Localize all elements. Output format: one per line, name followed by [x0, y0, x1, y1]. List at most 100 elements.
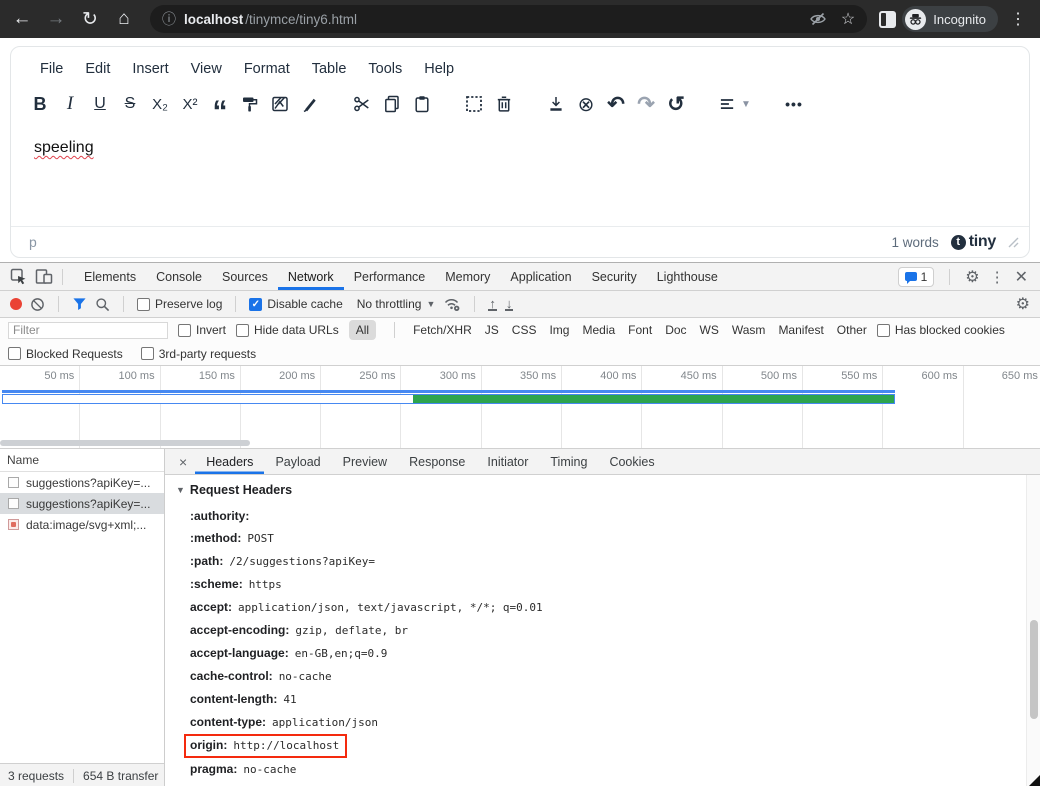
undo-button[interactable]: ↶: [601, 89, 631, 119]
detail-tab-response[interactable]: Response: [398, 449, 476, 474]
preserve-log-checkbox[interactable]: Preserve log: [137, 297, 222, 311]
disable-cache-box[interactable]: ✓: [249, 298, 262, 311]
select-all-button[interactable]: [459, 89, 489, 119]
detail-tab-preview[interactable]: Preview: [332, 449, 398, 474]
import-har-icon[interactable]: ↑: [488, 298, 497, 311]
request-headers-section[interactable]: ▼ Request Headers: [176, 483, 1040, 497]
timeline-hscrollbar[interactable]: [0, 440, 250, 446]
bold-button[interactable]: B: [25, 89, 55, 119]
menu-file[interactable]: File: [29, 57, 74, 81]
devtools-settings-icon[interactable]: ⚙: [965, 267, 979, 287]
format-painter-button[interactable]: [235, 89, 265, 119]
menu-format[interactable]: Format: [233, 57, 301, 81]
browser-menu-icon[interactable]: ⋮: [1004, 5, 1032, 33]
hide-data-urls-box[interactable]: [236, 324, 249, 337]
tab-performance[interactable]: Performance: [344, 263, 436, 290]
third-party-requests-box[interactable]: [141, 347, 154, 360]
filter-type-js[interactable]: JS: [485, 323, 499, 337]
copy-button[interactable]: [377, 89, 407, 119]
detail-tab-cookies[interactable]: Cookies: [598, 449, 665, 474]
filter-type-img[interactable]: Img: [549, 323, 569, 337]
name-column-header[interactable]: Name: [0, 449, 164, 472]
disable-cache-checkbox[interactable]: ✓ Disable cache: [249, 297, 342, 311]
filter-type-doc[interactable]: Doc: [665, 323, 686, 337]
menu-help[interactable]: Help: [413, 57, 465, 81]
hide-data-urls-checkbox[interactable]: Hide data URLs: [236, 323, 339, 337]
underline-button[interactable]: U: [85, 89, 115, 119]
invert-checkbox[interactable]: Invert: [178, 323, 226, 337]
filter-type-css[interactable]: CSS: [512, 323, 537, 337]
italic-button[interactable]: I: [55, 89, 85, 119]
inspect-element-icon[interactable]: [10, 268, 27, 285]
back-icon[interactable]: ←: [8, 5, 36, 33]
delete-button[interactable]: [489, 89, 519, 119]
tab-network[interactable]: Network: [278, 263, 344, 290]
detail-scrollbar-thumb[interactable]: [1030, 620, 1038, 719]
menu-insert[interactable]: Insert: [121, 57, 179, 81]
tiny-logo[interactable]: t tiny: [951, 233, 996, 251]
more-button[interactable]: •••: [779, 89, 809, 119]
word-count[interactable]: 1 words: [891, 235, 938, 250]
redo-button[interactable]: ↷: [631, 89, 661, 119]
menu-edit[interactable]: Edit: [74, 57, 121, 81]
menu-view[interactable]: View: [180, 57, 233, 81]
detail-scrollbar[interactable]: [1026, 475, 1040, 786]
home-icon[interactable]: ⌂: [110, 5, 138, 33]
tab-lighthouse[interactable]: Lighthouse: [647, 263, 728, 290]
side-panel-icon[interactable]: [879, 11, 896, 28]
reload-icon[interactable]: ↻: [76, 5, 104, 33]
superscript-button[interactable]: X²: [175, 89, 205, 119]
request-row[interactable]: data:image/svg+xml;...: [0, 514, 164, 535]
search-icon[interactable]: [95, 297, 110, 312]
site-info-icon[interactable]: ⓘ: [162, 9, 176, 29]
device-toolbar-icon[interactable]: [35, 268, 53, 285]
tab-elements[interactable]: Elements: [74, 263, 146, 290]
devtools-menu-icon[interactable]: ⋮: [990, 268, 1005, 286]
filter-type-fetch-xhr[interactable]: Fetch/XHR: [413, 323, 472, 337]
cancel-button[interactable]: ⊗: [571, 89, 601, 119]
has-blocked-cookies-checkbox[interactable]: Has blocked cookies: [877, 323, 1005, 337]
tab-memory[interactable]: Memory: [435, 263, 500, 290]
address-bar[interactable]: ⓘ localhost /tinymce/tiny6.html ☆: [150, 5, 867, 33]
download-button[interactable]: [541, 89, 571, 119]
network-conditions-icon[interactable]: [443, 296, 461, 312]
subscript-button[interactable]: X₂: [145, 89, 175, 119]
brush-button[interactable]: [295, 89, 325, 119]
invert-box[interactable]: [178, 324, 191, 337]
detail-tab-initiator[interactable]: Initiator: [476, 449, 539, 474]
align-button[interactable]: ▼: [713, 89, 757, 119]
blocked-requests-box[interactable]: [8, 347, 21, 360]
blockquote-button[interactable]: “: [205, 89, 235, 119]
misspelled-word[interactable]: speeling: [34, 139, 94, 156]
preserve-log-box[interactable]: [137, 298, 150, 311]
filter-type-wasm[interactable]: Wasm: [732, 323, 766, 337]
disclosure-triangle-icon[interactable]: ▼: [176, 485, 185, 495]
devtools-close-icon[interactable]: ✕: [1015, 267, 1028, 287]
export-har-icon[interactable]: ↓: [505, 298, 514, 311]
detail-close-icon[interactable]: ×: [171, 454, 195, 470]
third-party-requests-checkbox[interactable]: 3rd-party requests: [141, 347, 256, 361]
has-blocked-cookies-box[interactable]: [877, 324, 890, 337]
detail-tab-headers[interactable]: Headers: [195, 449, 264, 474]
menu-tools[interactable]: Tools: [357, 57, 413, 81]
filter-type-font[interactable]: Font: [628, 323, 652, 337]
menu-table[interactable]: Table: [301, 57, 358, 81]
filter-type-media[interactable]: Media: [582, 323, 615, 337]
eye-off-icon[interactable]: [809, 12, 827, 26]
filter-type-ws[interactable]: WS: [700, 323, 719, 337]
filter-funnel-icon[interactable]: [72, 297, 87, 311]
tab-console[interactable]: Console: [146, 263, 212, 290]
bookmark-star-icon[interactable]: ☆: [841, 9, 855, 29]
element-path[interactable]: p: [29, 234, 37, 250]
detail-tab-timing[interactable]: Timing: [539, 449, 598, 474]
filter-type-manifest[interactable]: Manifest: [778, 323, 823, 337]
filter-type-other[interactable]: Other: [837, 323, 867, 337]
tab-application[interactable]: Application: [500, 263, 581, 290]
restore-draft-button[interactable]: ↺: [661, 89, 691, 119]
resize-handle-icon[interactable]: [1008, 237, 1019, 248]
tab-sources[interactable]: Sources: [212, 263, 278, 290]
request-row[interactable]: suggestions?apiKey=...: [0, 493, 164, 514]
detail-tab-payload[interactable]: Payload: [264, 449, 331, 474]
forward-icon[interactable]: →: [42, 5, 70, 33]
network-overview-timeline[interactable]: 50 ms100 ms150 ms200 ms250 ms300 ms350 m…: [0, 366, 1040, 449]
